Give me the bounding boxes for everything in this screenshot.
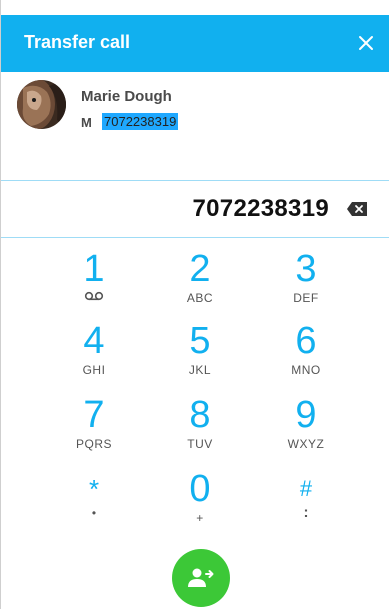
voicemail-icon [39, 290, 149, 304]
key-digit: 8 [189, 394, 211, 436]
key-letters: ABC [186, 291, 214, 305]
key-digit: 9 [295, 394, 317, 436]
key-digit: 3 [295, 248, 317, 290]
key-letters: MNO [291, 363, 321, 377]
key-digit: 1 [83, 248, 105, 290]
key-digit: 0 [189, 468, 211, 510]
key-letters: • [91, 506, 97, 520]
transfer-call-screen: Transfer call Marie Dough M 7072238319 7… [0, 0, 389, 609]
header-bar: Transfer call [1, 15, 389, 72]
transfer-call-button[interactable] [172, 549, 230, 607]
key-letters: WXYZ [287, 437, 325, 451]
key-digit: 4 [83, 320, 105, 362]
backspace-icon [347, 202, 367, 216]
key-4[interactable]: 4 GHI [39, 322, 149, 394]
key-3[interactable]: 3 DEF [251, 250, 361, 322]
key-letters: GHI [82, 363, 106, 377]
close-button[interactable] [353, 30, 379, 56]
close-icon [359, 36, 373, 50]
phone-type-label: M [81, 115, 92, 130]
backspace-button[interactable] [346, 201, 368, 217]
key-6[interactable]: 6 MNO [251, 322, 361, 394]
key-letters: PQRS [75, 437, 112, 451]
key-letters: DEF [293, 291, 319, 305]
key-digit: 2 [189, 248, 211, 290]
key-digit: # [299, 476, 313, 501]
dial-input-row: 7072238319 [1, 181, 389, 237]
key-letters: + [196, 511, 204, 525]
key-8[interactable]: 8 TUV [145, 396, 255, 468]
key-2[interactable]: 2 ABC [145, 250, 255, 322]
key-5[interactable]: 5 JKL [145, 322, 255, 394]
key-letters: JKL [188, 363, 212, 377]
key-letters: TUV [187, 437, 213, 451]
key-9[interactable]: 9 WXYZ [251, 396, 361, 468]
divider [1, 237, 389, 238]
key-7[interactable]: 7 PQRS [39, 396, 149, 468]
avatar [17, 80, 66, 129]
key-letters: : [303, 504, 309, 521]
key-pound[interactable]: # : [251, 470, 361, 542]
key-0[interactable]: 0 + [145, 470, 255, 542]
key-digit: * [88, 474, 100, 504]
page-title: Transfer call [24, 32, 131, 52]
key-digit: 6 [295, 320, 317, 362]
contact-item[interactable]: Marie Dough M 7072238319 [1, 72, 389, 180]
key-1[interactable]: 1 [39, 250, 149, 322]
contact-number[interactable]: 7072238319 [102, 113, 179, 130]
transfer-person-icon [188, 568, 214, 587]
key-digit: 7 [83, 394, 105, 436]
key-star[interactable]: * • [39, 470, 149, 542]
contact-name: Marie Dough [81, 88, 172, 105]
dial-number-display[interactable]: 7072238319 [193, 195, 329, 223]
key-digit: 5 [189, 320, 211, 362]
